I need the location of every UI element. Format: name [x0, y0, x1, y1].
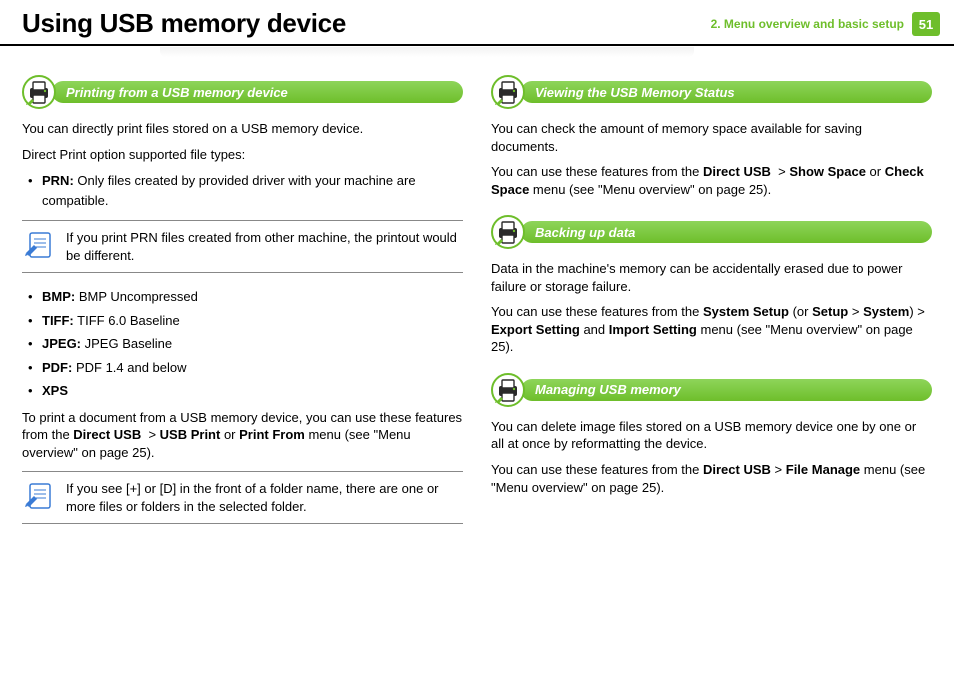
file-type-list: PRN: Only files created by provided driv… — [22, 171, 463, 210]
list-item-label: JPEG: — [42, 336, 81, 351]
printer-icon — [491, 373, 525, 407]
text-run: or — [220, 427, 239, 442]
section-header-status: Viewing the USB Memory Status — [491, 76, 932, 108]
section-header-printing: Printing from a USB memory device — [22, 76, 463, 108]
note-icon — [22, 480, 56, 515]
paragraph: You can check the amount of memory space… — [491, 120, 932, 155]
text-run: You can use these features from the — [491, 462, 703, 477]
list-item: XPS — [22, 381, 463, 401]
text-run: and — [580, 322, 609, 337]
menu-path-bold: System — [863, 304, 909, 319]
text-run: > — [141, 427, 159, 442]
note-text: If you print PRN files created from othe… — [66, 229, 459, 264]
note-box: If you print PRN files created from othe… — [22, 220, 463, 273]
list-item: BMP: BMP Uncompressed — [22, 287, 463, 307]
text-run: (or — [789, 304, 812, 319]
paragraph: Direct Print option supported file types… — [22, 146, 463, 164]
menu-path-bold: Direct USB — [73, 427, 141, 442]
page-header: Using USB memory device 2. Menu overview… — [0, 0, 954, 46]
paragraph: You can use these features from the Syst… — [491, 303, 932, 356]
list-item-text: TIFF 6.0 Baseline — [74, 313, 180, 328]
list-item-text: BMP Uncompressed — [75, 289, 198, 304]
page-number-badge: 51 — [912, 12, 940, 36]
list-item-text: Only files created by provided driver wi… — [42, 173, 416, 208]
section-header-manage: Managing USB memory — [491, 374, 932, 406]
menu-path-bold: Setup — [812, 304, 848, 319]
text-run: or — [866, 164, 885, 179]
list-item-label: XPS — [42, 383, 68, 398]
menu-path-bold: Import Setting — [609, 322, 697, 337]
menu-path-bold: Show Space — [789, 164, 866, 179]
paragraph: You can use these features from the Dire… — [491, 163, 932, 198]
text-run: > — [771, 462, 786, 477]
section-title: Managing USB memory — [521, 379, 932, 401]
list-item-label: PDF: — [42, 360, 72, 375]
list-item-label: PRN: — [42, 173, 74, 188]
text-run: You can use these features from the — [491, 164, 703, 179]
page-title: Using USB memory device — [22, 8, 346, 39]
list-item: TIFF: TIFF 6.0 Baseline — [22, 311, 463, 331]
section-title: Viewing the USB Memory Status — [521, 81, 932, 103]
text-run: ) > — [909, 304, 925, 319]
list-item-text: JPEG Baseline — [81, 336, 172, 351]
paragraph: You can directly print files stored on a… — [22, 120, 463, 138]
list-item: PDF: PDF 1.4 and below — [22, 358, 463, 378]
menu-path-bold: File Manage — [786, 462, 860, 477]
list-item: JPEG: JPEG Baseline — [22, 334, 463, 354]
printer-icon — [491, 75, 525, 109]
left-column: Printing from a USB memory device You ca… — [22, 76, 463, 538]
menu-path-bold: System Setup — [703, 304, 789, 319]
list-item-label: TIFF: — [42, 313, 74, 328]
list-item-text: PDF 1.4 and below — [72, 360, 186, 375]
menu-path-bold: Export Setting — [491, 322, 580, 337]
note-box: If you see [+] or [D] in the front of a … — [22, 471, 463, 524]
text-run: You can use these features from the — [491, 304, 703, 319]
text-run: > — [771, 164, 789, 179]
note-text: If you see [+] or [D] in the front of a … — [66, 480, 459, 515]
printer-icon — [491, 215, 525, 249]
section-header-backup: Backing up data — [491, 216, 932, 248]
paragraph: Data in the machine's memory can be acci… — [491, 260, 932, 295]
text-run: > — [848, 304, 863, 319]
menu-path-bold: USB Print — [160, 427, 221, 442]
file-type-list: BMP: BMP Uncompressed TIFF: TIFF 6.0 Bas… — [22, 287, 463, 401]
paragraph: You can delete image files stored on a U… — [491, 418, 932, 453]
menu-path-bold: Direct USB — [703, 164, 771, 179]
paragraph: You can use these features from the Dire… — [491, 461, 932, 496]
text-run: menu (see "Menu overview" on page 25). — [529, 182, 771, 197]
list-item: PRN: Only files created by provided driv… — [22, 171, 463, 210]
printer-icon — [22, 75, 56, 109]
note-icon — [22, 229, 56, 264]
list-item-label: BMP: — [42, 289, 75, 304]
section-title: Backing up data — [521, 221, 932, 243]
menu-path-bold: Print From — [239, 427, 305, 442]
menu-path-bold: Direct USB — [703, 462, 771, 477]
right-column: Viewing the USB Memory Status You can ch… — [491, 76, 932, 538]
tab-shadow-decoration — [160, 47, 694, 57]
section-title: Printing from a USB memory device — [52, 81, 463, 103]
header-meta: 2. Menu overview and basic setup 51 — [711, 8, 940, 36]
chapter-label: 2. Menu overview and basic setup — [711, 17, 904, 31]
paragraph: To print a document from a USB memory de… — [22, 409, 463, 462]
